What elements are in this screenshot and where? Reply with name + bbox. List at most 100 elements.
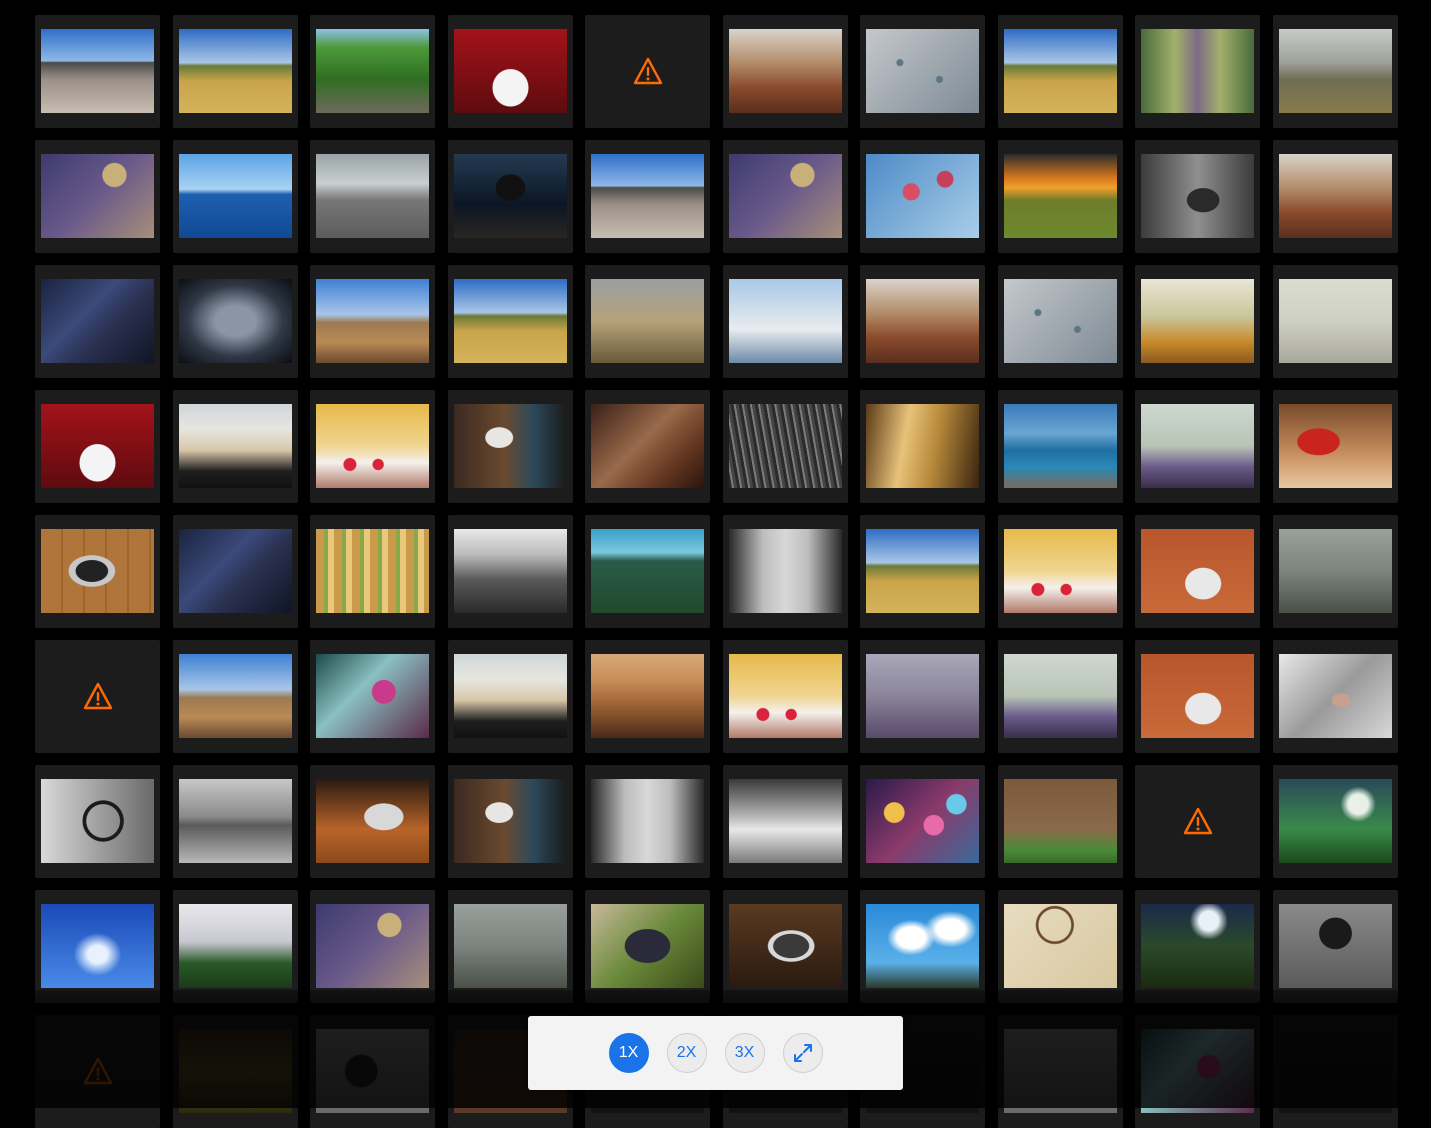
thumbnail-tile[interactable] — [172, 765, 298, 878]
thumbnail-tile[interactable] — [35, 515, 160, 628]
thumbnail-tile[interactable] — [1272, 140, 1398, 253]
thumbnail-tile[interactable] — [1135, 515, 1260, 628]
thumbnail-tile[interactable] — [585, 890, 710, 1003]
thumbnail-tile[interactable] — [447, 390, 573, 503]
thumbnail-tile[interactable] — [447, 15, 573, 128]
thumbnail-tile[interactable] — [1272, 515, 1398, 628]
thumbnail-tile[interactable] — [997, 515, 1123, 628]
thumbnail-tile[interactable] — [172, 140, 298, 253]
thumbnail-tile[interactable] — [860, 515, 985, 628]
thumbnail-tile[interactable] — [35, 890, 160, 1003]
thumbnail-tile[interactable] — [310, 15, 435, 128]
thumbnail-tile[interactable] — [997, 890, 1123, 1003]
thumbnail-tile[interactable] — [1272, 1015, 1398, 1128]
thumbnail-tile[interactable] — [172, 265, 298, 378]
thumbnail-tile[interactable] — [1272, 640, 1398, 753]
thumbnail-image — [316, 279, 429, 363]
thumbnail-tile[interactable] — [1135, 890, 1260, 1003]
thumbnail-tile[interactable] — [1135, 390, 1260, 503]
thumbnail-image — [178, 154, 292, 238]
thumbnail-tile[interactable] — [585, 640, 710, 753]
thumbnail-tile[interactable] — [35, 140, 160, 253]
thumbnail-tile[interactable] — [722, 265, 848, 378]
thumbnail-tile[interactable] — [310, 265, 435, 378]
thumbnail-tile[interactable] — [585, 265, 710, 378]
thumbnail-image — [591, 279, 704, 363]
thumbnail-tile[interactable] — [35, 265, 160, 378]
thumbnail-tile[interactable] — [997, 640, 1123, 753]
thumbnail-tile[interactable] — [172, 640, 298, 753]
thumbnail-tile[interactable] — [310, 390, 435, 503]
thumbnail-image — [1003, 654, 1117, 738]
thumbnail-tile[interactable] — [447, 265, 573, 378]
thumbnail-tile[interactable] — [1135, 140, 1260, 253]
thumbnail-tile[interactable] — [997, 140, 1123, 253]
thumbnail-tile[interactable] — [860, 140, 985, 253]
thumbnail-tile[interactable] — [997, 765, 1123, 878]
thumbnail-tile[interactable] — [447, 765, 573, 878]
zoom-3x-button[interactable]: 3X — [724, 1033, 765, 1073]
thumbnail-tile[interactable] — [1272, 765, 1398, 878]
thumbnail-tile[interactable] — [722, 390, 848, 503]
thumbnail-tile[interactable] — [172, 15, 298, 128]
thumbnail-tile[interactable] — [172, 390, 298, 503]
thumbnail-error-tile[interactable] — [35, 1015, 160, 1128]
thumbnail-tile[interactable] — [1272, 15, 1398, 128]
thumbnail-image — [1278, 529, 1392, 613]
thumbnail-tile[interactable] — [585, 515, 710, 628]
thumbnail-image — [728, 654, 842, 738]
thumbnail-tile[interactable] — [172, 1015, 298, 1128]
thumbnail-error-tile[interactable] — [585, 15, 710, 128]
thumbnail-tile[interactable] — [310, 515, 435, 628]
thumbnail-tile[interactable] — [310, 1015, 435, 1128]
thumbnail-tile[interactable] — [722, 765, 848, 878]
zoom-1x-button[interactable]: 1X — [608, 1033, 649, 1073]
thumbnail-tile[interactable] — [1272, 890, 1398, 1003]
thumbnail-tile[interactable] — [447, 890, 573, 1003]
thumbnail-tile[interactable] — [1272, 390, 1398, 503]
thumbnail-tile[interactable] — [1135, 265, 1260, 378]
thumbnail-tile[interactable] — [310, 890, 435, 1003]
thumbnail-tile[interactable] — [585, 765, 710, 878]
thumbnail-tile[interactable] — [1135, 1015, 1260, 1128]
thumbnail-tile[interactable] — [997, 1015, 1123, 1128]
thumbnail-tile[interactable] — [585, 140, 710, 253]
thumbnail-tile[interactable] — [35, 15, 160, 128]
thumbnail-tile[interactable] — [585, 390, 710, 503]
thumbnail-tile[interactable] — [860, 640, 985, 753]
thumbnail-tile[interactable] — [860, 15, 985, 128]
thumbnail-tile[interactable] — [1135, 15, 1260, 128]
thumbnail-tile[interactable] — [722, 15, 848, 128]
thumbnail-tile[interactable] — [447, 515, 573, 628]
thumbnail-tile[interactable] — [860, 265, 985, 378]
thumbnail-tile[interactable] — [997, 265, 1123, 378]
thumbnail-tile[interactable] — [447, 640, 573, 753]
thumbnail-tile[interactable] — [35, 765, 160, 878]
zoom-2x-button[interactable]: 2X — [666, 1033, 707, 1073]
thumbnail-tile[interactable] — [997, 15, 1123, 128]
thumbnail-image — [728, 404, 842, 488]
thumbnail-tile[interactable] — [310, 640, 435, 753]
thumbnail-tile[interactable] — [722, 890, 848, 1003]
thumbnail-error-tile[interactable] — [1135, 765, 1260, 878]
thumbnail-tile[interactable] — [35, 390, 160, 503]
fullscreen-button[interactable] — [782, 1033, 823, 1073]
thumbnail-tile[interactable] — [1135, 640, 1260, 753]
thumbnail-tile[interactable] — [860, 765, 985, 878]
thumbnail-image — [1141, 29, 1254, 113]
thumbnail-tile[interactable] — [997, 390, 1123, 503]
thumbnail-tile[interactable] — [722, 140, 848, 253]
thumbnail-tile[interactable] — [722, 640, 848, 753]
thumbnail-grid — [35, 15, 1398, 1128]
thumbnail-tile[interactable] — [447, 140, 573, 253]
thumbnail-tile[interactable] — [1272, 265, 1398, 378]
thumbnail-tile[interactable] — [860, 890, 985, 1003]
thumbnail-tile[interactable] — [172, 890, 298, 1003]
thumbnail-tile[interactable] — [310, 140, 435, 253]
thumbnail-error-tile[interactable] — [35, 640, 160, 753]
thumbnail-tile[interactable] — [172, 515, 298, 628]
thumbnail-tile[interactable] — [310, 765, 435, 878]
thumbnail-tile[interactable] — [860, 390, 985, 503]
thumbnail-tile[interactable] — [722, 515, 848, 628]
thumbnail-image — [178, 904, 292, 988]
